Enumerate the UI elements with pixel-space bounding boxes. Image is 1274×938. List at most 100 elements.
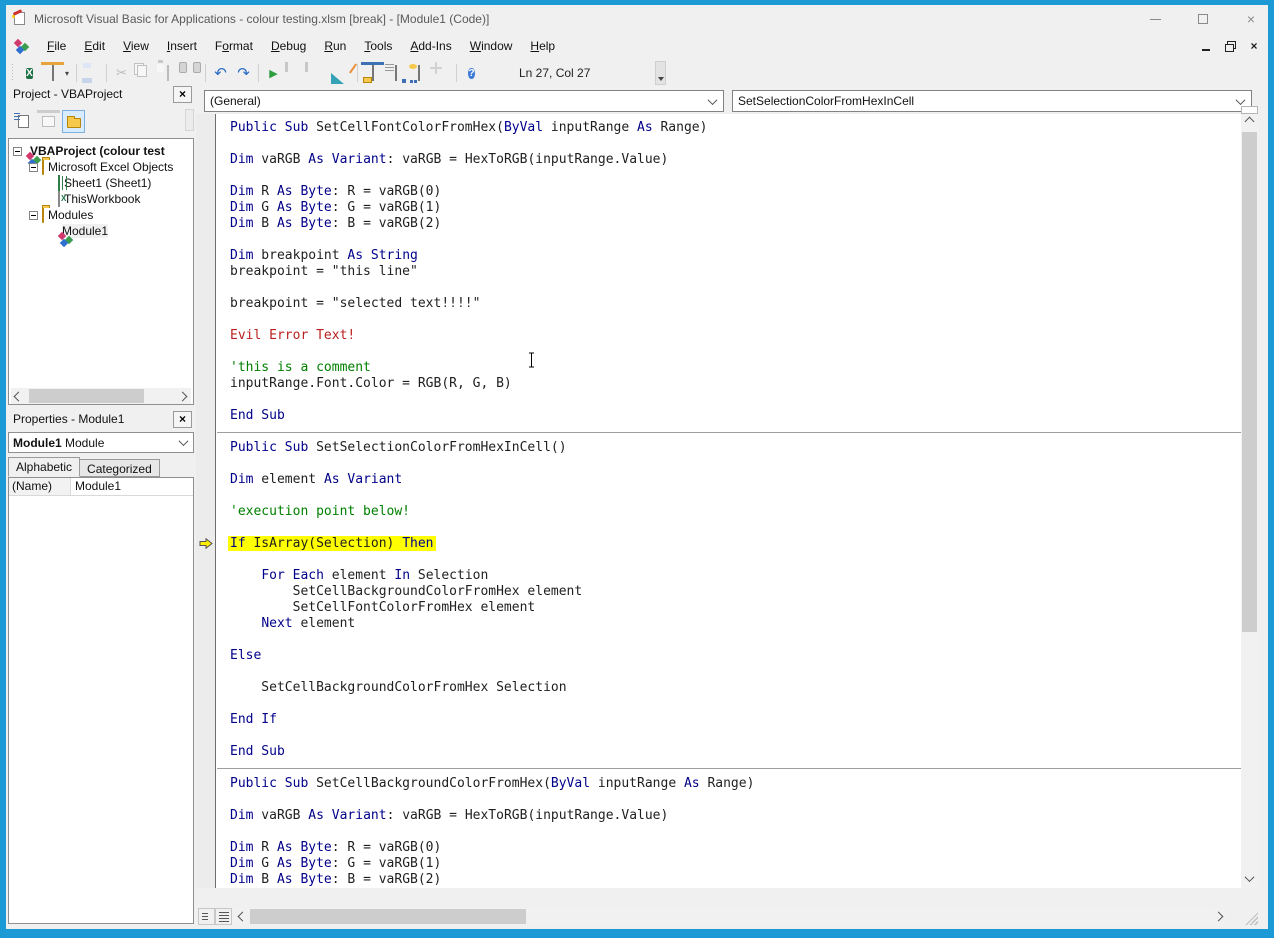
code-line[interactable]: Else <box>230 648 1241 664</box>
menu-help[interactable]: Help <box>521 35 564 57</box>
scroll-left-icon[interactable] <box>234 908 250 925</box>
menu-debug[interactable]: Debug <box>262 35 315 57</box>
toggle-folders-button[interactable] <box>62 110 85 133</box>
code-line[interactable] <box>230 280 1241 296</box>
code-text[interactable]: Public Sub SetCellFontColorFromHex(ByVal… <box>217 120 1241 888</box>
hscroll-thumb[interactable] <box>250 909 526 924</box>
project-toolbar-overflow[interactable] <box>185 109 194 131</box>
hscroll-thumb[interactable] <box>29 389 144 403</box>
code-line[interactable] <box>230 792 1241 808</box>
code-line[interactable] <box>230 392 1241 408</box>
code-line[interactable]: 'execution point below! <box>230 504 1241 520</box>
code-line[interactable]: Dim G As Byte: G = vaRGB(1) <box>230 200 1241 216</box>
menu-insert[interactable]: Insert <box>158 35 206 57</box>
scroll-up-icon[interactable] <box>1241 114 1258 131</box>
procedure-view-button[interactable] <box>198 908 215 925</box>
code-line[interactable]: Dim breakpoint As String <box>230 248 1241 264</box>
code-line[interactable]: Dim R As Byte: R = vaRGB(0) <box>230 840 1241 856</box>
expander-minus-icon[interactable] <box>13 147 22 156</box>
code-line[interactable] <box>230 632 1241 648</box>
project-explorer-button[interactable] <box>361 62 384 84</box>
scroll-right-icon[interactable] <box>1210 908 1226 925</box>
properties-grid[interactable]: (Name)Module1 <box>8 477 194 924</box>
design-mode-button[interactable] <box>331 62 354 84</box>
split-handle[interactable] <box>1241 106 1258 114</box>
tree-item-modules[interactable]: Modules <box>9 207 193 223</box>
code-line[interactable]: If IsArray(Selection) Then <box>230 536 1241 552</box>
vscroll-thumb[interactable] <box>1242 132 1257 632</box>
view-code-button[interactable] <box>12 110 35 133</box>
scroll-left-icon[interactable] <box>14 391 24 401</box>
code-line[interactable] <box>230 824 1241 840</box>
break-button[interactable] <box>285 62 308 84</box>
tree-item-sheet1-sheet1[interactable]: Sheet1 (Sheet1) <box>9 175 193 191</box>
tree-item-module1[interactable]: Module1 <box>9 223 193 239</box>
code-line[interactable]: For Each element In Selection <box>230 568 1241 584</box>
menu-view[interactable]: View <box>114 35 158 57</box>
undo-button[interactable]: ↶ <box>209 62 232 84</box>
vertical-scrollbar[interactable] <box>1241 114 1258 888</box>
menu-edit[interactable]: Edit <box>75 35 114 57</box>
code-line[interactable]: Public Sub SetCellFontColorFromHex(ByVal… <box>230 120 1241 136</box>
code-line[interactable]: End Sub <box>230 408 1241 424</box>
expander-minus-icon[interactable] <box>29 163 38 172</box>
maximize-icon[interactable] <box>1194 10 1212 28</box>
excel-button[interactable]: X <box>18 62 41 84</box>
dropdown-caret-icon[interactable]: ▾ <box>65 69 73 78</box>
code-line[interactable] <box>230 344 1241 360</box>
copy-button[interactable] <box>133 62 156 84</box>
code-line[interactable]: End If <box>230 712 1241 728</box>
insert-userform-button[interactable] <box>41 62 64 84</box>
object-dropdown[interactable]: (General) <box>204 90 724 112</box>
code-line[interactable]: Dim R As Byte: R = vaRGB(0) <box>230 184 1241 200</box>
menu-format[interactable]: Format <box>206 35 262 57</box>
child-restore-icon[interactable] <box>1222 38 1238 54</box>
find-button[interactable] <box>179 62 202 84</box>
code-line[interactable]: End Sub <box>230 744 1241 760</box>
minimize-icon[interactable] <box>1146 10 1164 28</box>
menu-run[interactable]: Run <box>315 35 355 57</box>
code-line[interactable]: Dim vaRGB As Variant: vaRGB = HexToRGB(i… <box>230 152 1241 168</box>
code-line[interactable]: Public Sub SetCellBackgroundColorFromHex… <box>230 776 1241 792</box>
code-line[interactable]: Evil Error Text! <box>230 328 1241 344</box>
scroll-right-icon[interactable] <box>178 391 188 401</box>
property-value[interactable]: Module1 <box>71 478 193 495</box>
code-line[interactable]: inputRange.Font.Color = RGB(R, G, B) <box>230 376 1241 392</box>
code-editor[interactable]: Public Sub SetCellFontColorFromHex(ByVal… <box>196 114 1241 888</box>
procedure-dropdown[interactable]: SetSelectionColorFromHexInCell <box>732 90 1252 112</box>
tab-categorized[interactable]: Categorized <box>79 459 160 477</box>
code-line[interactable]: Dim B As Byte: B = vaRGB(2) <box>230 872 1241 888</box>
code-line[interactable] <box>230 232 1241 248</box>
code-line[interactable]: Dim element As Variant <box>230 472 1241 488</box>
code-line[interactable] <box>230 456 1241 472</box>
code-line[interactable] <box>230 552 1241 568</box>
code-line[interactable]: Dim B As Byte: B = vaRGB(2) <box>230 216 1241 232</box>
tab-alphabetic[interactable]: Alphabetic <box>8 457 80 477</box>
code-line[interactable] <box>230 664 1241 680</box>
code-line[interactable]: Public Sub SetSelectionColorFromHexInCel… <box>230 440 1241 456</box>
toolbar-overflow-button[interactable] <box>655 61 666 85</box>
project-tree[interactable]: VBAProject (colour testMicrosoft Excel O… <box>8 138 194 405</box>
expander-minus-icon[interactable] <box>29 211 38 220</box>
code-line[interactable] <box>230 136 1241 152</box>
code-line[interactable]: SetCellFontColorFromHex element <box>230 600 1241 616</box>
toolbar-grip[interactable] <box>10 64 15 82</box>
toolbox-button[interactable] <box>430 62 453 84</box>
tree-item-thisworkbook[interactable]: ThisWorkbook <box>9 191 193 207</box>
code-line[interactable]: SetCellBackgroundColorFromHex element <box>230 584 1241 600</box>
menu-window[interactable]: Window <box>461 35 522 57</box>
child-minimize-icon[interactable] <box>1198 38 1214 54</box>
save-button[interactable] <box>80 62 103 84</box>
cut-button[interactable]: ✂ <box>110 62 133 84</box>
code-line[interactable]: breakpoint = "this line" <box>230 264 1241 280</box>
redo-button[interactable]: ↷ <box>232 62 255 84</box>
view-object-button[interactable] <box>37 110 60 133</box>
child-close-icon[interactable]: × <box>1246 38 1262 54</box>
object-browser-button[interactable] <box>407 62 430 84</box>
full-module-view-button[interactable] <box>215 908 232 925</box>
reset-button[interactable] <box>308 62 331 84</box>
menu-file[interactable]: File <box>38 35 75 57</box>
code-line[interactable] <box>230 520 1241 536</box>
project-tree-hscrollbar[interactable] <box>11 388 191 404</box>
code-line[interactable] <box>230 728 1241 744</box>
